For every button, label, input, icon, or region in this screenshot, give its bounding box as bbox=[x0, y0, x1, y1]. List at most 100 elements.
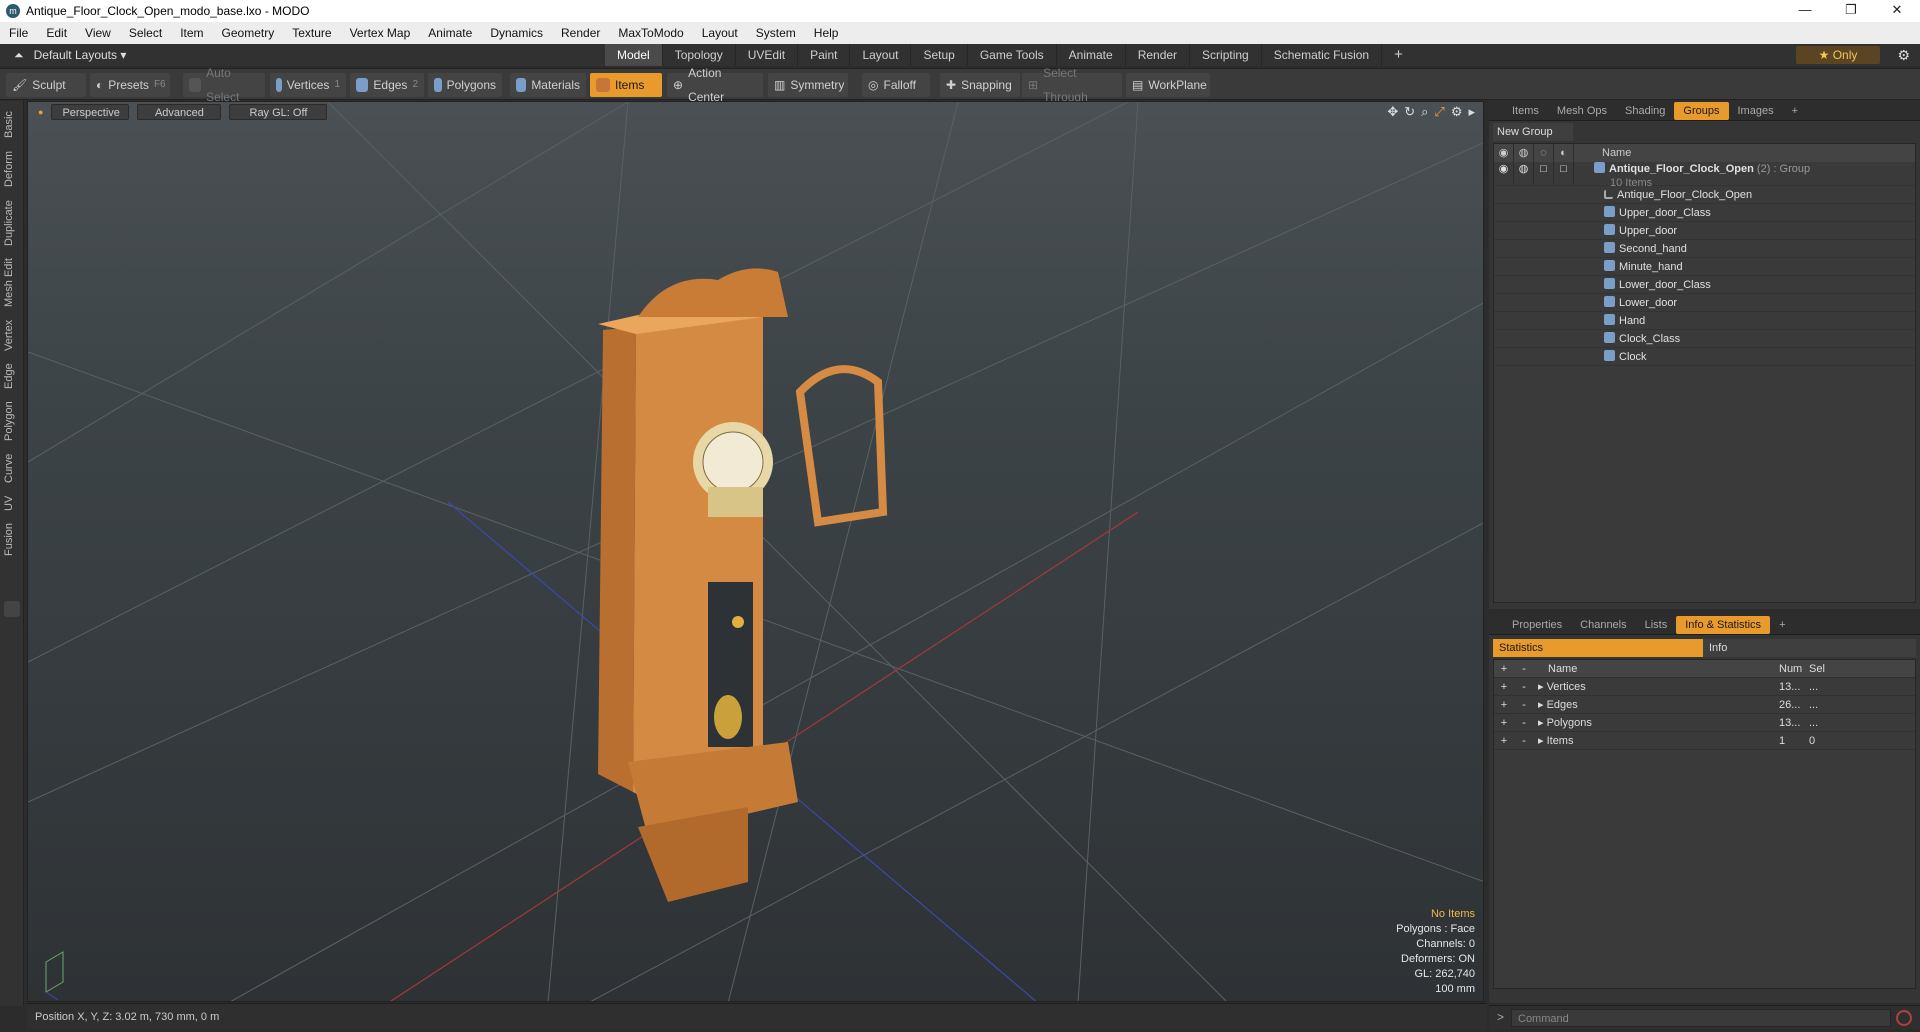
falloff-button[interactable]: ◎ Falloff bbox=[862, 73, 930, 97]
command-input[interactable]: Command bbox=[1511, 1009, 1891, 1027]
row-eye-icon[interactable]: ◉ bbox=[1494, 162, 1514, 185]
menu-edit[interactable]: Edit bbox=[37, 26, 76, 40]
menu-animate[interactable]: Animate bbox=[419, 26, 481, 40]
advanced-dropdown[interactable]: Advanced bbox=[137, 104, 222, 120]
tab-channels[interactable]: Channels bbox=[1571, 616, 1635, 634]
menu-help[interactable]: Help bbox=[805, 26, 848, 40]
row-select-icon[interactable]: □ bbox=[1554, 162, 1574, 185]
list-item[interactable]: Upper_door bbox=[1494, 222, 1915, 240]
workplane-button[interactable]: ▤ WorkPlane bbox=[1126, 73, 1210, 97]
expand-arrow-icon[interactable]: ▸ bbox=[1538, 735, 1547, 747]
fit-view-icon[interactable]: ⤢ bbox=[1434, 104, 1444, 120]
statistics-tab[interactable]: Statistics bbox=[1493, 639, 1703, 657]
panel-toggle-button[interactable] bbox=[4, 601, 20, 617]
tab-scripting[interactable]: Scripting bbox=[1190, 44, 1262, 66]
auto-select-button[interactable]: Auto Select bbox=[183, 66, 265, 104]
menu-item[interactable]: Item bbox=[171, 26, 212, 40]
expand-arrow-icon[interactable]: ▸ bbox=[1538, 717, 1547, 729]
row-lock-icon[interactable]: □ bbox=[1534, 162, 1554, 185]
tab-layout[interactable]: Layout bbox=[850, 44, 912, 66]
menu-file[interactable]: File bbox=[0, 26, 37, 40]
tab-images[interactable]: Images bbox=[1729, 102, 1783, 120]
tab-schematic-fusion[interactable]: Schematic Fusion bbox=[1262, 44, 1383, 66]
tab-paint[interactable]: Paint bbox=[798, 44, 851, 66]
viewport-menu-icon[interactable]: ● bbox=[38, 107, 43, 117]
maximize-button[interactable]: ❐ bbox=[1828, 0, 1874, 22]
info-tab[interactable]: Info bbox=[1703, 639, 1916, 657]
record-icon[interactable] bbox=[1896, 1010, 1912, 1026]
materials-button[interactable]: Materials bbox=[510, 73, 586, 97]
move-view-icon[interactable]: ✥ bbox=[1387, 104, 1398, 120]
vtab-duplicate[interactable]: Duplicate bbox=[3, 195, 21, 251]
table-row[interactable]: + - ▸ Polygons 13...... bbox=[1494, 714, 1915, 732]
vtab-edge[interactable]: Edge bbox=[3, 359, 21, 393]
vertices-button[interactable]: Vertices 1 bbox=[270, 73, 346, 97]
tab-info-statistics[interactable]: Info & Statistics bbox=[1676, 615, 1771, 634]
add-panel-tab-button[interactable]: + bbox=[1770, 616, 1794, 634]
add-tab-button[interactable]: + bbox=[1382, 44, 1415, 66]
list-item[interactable]: Hand bbox=[1494, 312, 1915, 330]
default-layouts-dropdown[interactable]: ⏶ Default Layouts ▾ bbox=[14, 44, 126, 66]
zoom-view-icon[interactable]: ⌕ bbox=[1421, 104, 1428, 120]
list-item[interactable]: Second_hand bbox=[1494, 240, 1915, 258]
tab-mesh-ops[interactable]: Mesh Ops bbox=[1548, 102, 1616, 120]
list-item[interactable]: Upper_door_Class bbox=[1494, 204, 1915, 222]
list-item[interactable]: Minute_hand bbox=[1494, 258, 1915, 276]
expand-arrow-icon[interactable]: ▸ bbox=[1468, 104, 1475, 120]
items-button[interactable]: Items bbox=[590, 73, 662, 97]
tab-shading[interactable]: Shading bbox=[1616, 102, 1674, 120]
3d-viewport[interactable]: ● Perspective Advanced Ray GL: Off ✥ ↻ ⌕… bbox=[27, 101, 1484, 1002]
presets-button[interactable]: ◐ Presets F6 bbox=[90, 73, 170, 97]
action-center-button[interactable]: ⊕ Action Center bbox=[667, 66, 763, 104]
vtab-mesh-edit[interactable]: Mesh Edit bbox=[3, 255, 21, 311]
vtab-uv[interactable]: UV bbox=[3, 491, 21, 515]
menu-vertex-map[interactable]: Vertex Map bbox=[341, 26, 420, 40]
only-toggle[interactable]: ★ Only bbox=[1796, 46, 1880, 64]
list-item[interactable]: Antique_Floor_Clock_Open bbox=[1494, 186, 1915, 204]
menu-render[interactable]: Render bbox=[552, 26, 609, 40]
list-item[interactable]: Lower_door bbox=[1494, 294, 1915, 312]
table-row[interactable]: + - ▸ Edges 26...... bbox=[1494, 696, 1915, 714]
menu-system[interactable]: System bbox=[747, 26, 805, 40]
group-row[interactable]: ◉ ◍ □ □ Antique_Floor_Clock_Open (2) : G… bbox=[1494, 162, 1915, 189]
add-panel-tab-button[interactable]: + bbox=[1783, 102, 1807, 120]
menu-geometry[interactable]: Geometry bbox=[213, 26, 284, 40]
list-item[interactable]: Lower_door_Class bbox=[1494, 276, 1915, 294]
expand-arrow-icon[interactable]: ▸ bbox=[1538, 681, 1547, 693]
tab-setup[interactable]: Setup bbox=[911, 44, 968, 66]
tab-model[interactable]: Model bbox=[605, 44, 663, 66]
vtab-deform[interactable]: Deform bbox=[3, 147, 21, 191]
gear-icon[interactable]: ⚙ bbox=[1897, 47, 1910, 64]
polygons-button[interactable]: Polygons bbox=[428, 73, 502, 97]
raygl-dropdown[interactable]: Ray GL: Off bbox=[229, 104, 328, 120]
close-button[interactable]: ✕ bbox=[1874, 0, 1920, 22]
list-item[interactable]: Clock bbox=[1494, 348, 1915, 366]
vtab-curve[interactable]: Curve bbox=[3, 449, 21, 487]
menu-maxtomodo[interactable]: MaxToModo bbox=[609, 26, 692, 40]
vtab-fusion[interactable]: Fusion bbox=[3, 519, 21, 559]
expand-arrow-icon[interactable]: ▸ bbox=[1538, 699, 1547, 711]
vtab-polygon[interactable]: Polygon bbox=[3, 397, 21, 445]
perspective-dropdown[interactable]: Perspective bbox=[51, 104, 130, 120]
table-row[interactable]: + - ▸ Vertices 13...... bbox=[1494, 678, 1915, 696]
viewport-settings-icon[interactable]: ⚙ bbox=[1451, 104, 1463, 120]
vtab-vertex[interactable]: Vertex bbox=[3, 315, 21, 355]
rotate-view-icon[interactable]: ↻ bbox=[1404, 104, 1415, 120]
select-through-button[interactable]: ⊞ Select Through bbox=[1022, 66, 1122, 104]
menu-dynamics[interactable]: Dynamics bbox=[481, 26, 552, 40]
edges-button[interactable]: Edges 2 bbox=[350, 73, 424, 97]
tab-properties[interactable]: Properties bbox=[1503, 616, 1571, 634]
tab-render[interactable]: Render bbox=[1126, 44, 1191, 66]
tab-lists[interactable]: Lists bbox=[1636, 616, 1677, 634]
menu-view[interactable]: View bbox=[76, 26, 120, 40]
new-group-button[interactable]: New Group bbox=[1493, 123, 1573, 141]
vtab-basic[interactable]: Basic bbox=[3, 107, 21, 143]
menu-layout[interactable]: Layout bbox=[693, 26, 747, 40]
list-item[interactable]: Clock_Class bbox=[1494, 330, 1915, 348]
symmetry-button[interactable]: ▥ Symmetry bbox=[768, 73, 848, 97]
minimize-button[interactable]: — bbox=[1782, 0, 1828, 22]
snapping-button[interactable]: ✚ Snapping bbox=[940, 73, 1020, 97]
row-render-icon[interactable]: ◍ bbox=[1514, 162, 1534, 185]
table-row[interactable]: + - ▸ Items 1 0 bbox=[1494, 732, 1915, 750]
tab-groups[interactable]: Groups bbox=[1674, 101, 1729, 120]
